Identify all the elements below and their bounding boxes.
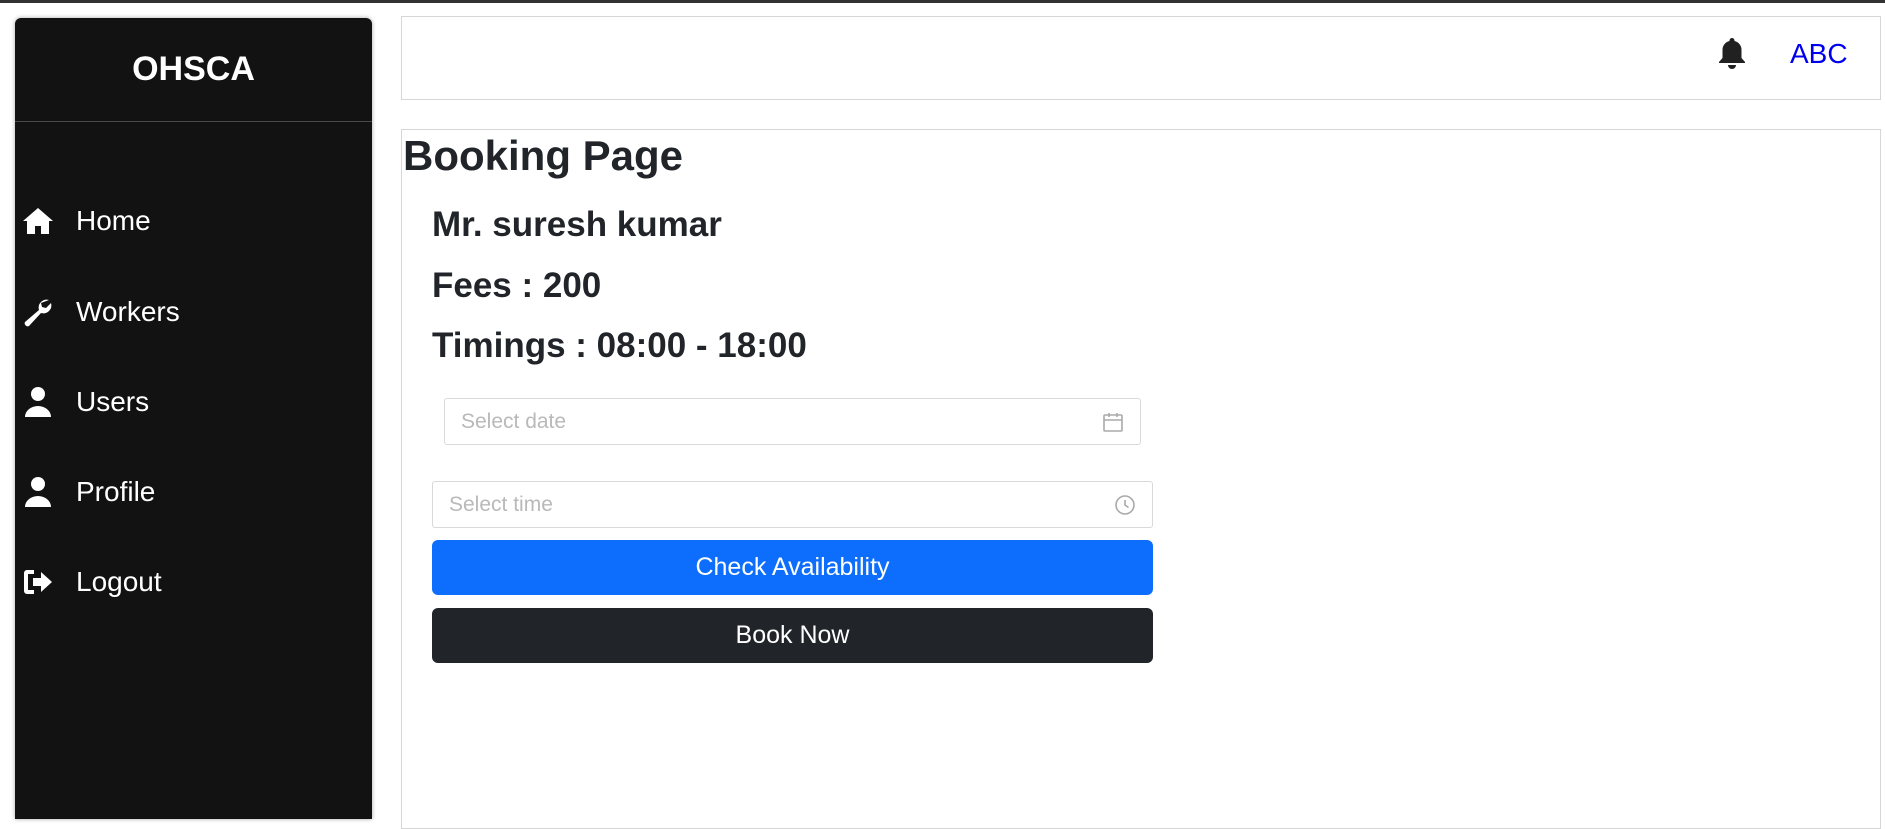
logout-icon	[20, 564, 56, 600]
sidebar-item-label: Users	[76, 386, 150, 417]
calendar-icon	[1102, 411, 1124, 433]
sidebar-item-label: Home	[76, 205, 151, 236]
date-picker-input[interactable]: Select date	[444, 398, 1141, 445]
user-icon	[20, 384, 56, 420]
sidebar-item-profile[interactable]: Profile	[20, 472, 155, 512]
worker-name: Mr. suresh kumar	[432, 205, 722, 244]
fees-text: Fees : 200	[432, 266, 602, 305]
sidebar-item-label: Logout	[76, 566, 162, 597]
user-profile-link[interactable]: ABC	[1790, 38, 1848, 70]
sidebar-item-users[interactable]: Users	[20, 382, 149, 422]
check-availability-button[interactable]: Check Availability	[432, 540, 1153, 595]
sidebar-item-home[interactable]: Home	[20, 201, 151, 241]
sidebar-item-label: Profile	[76, 476, 156, 507]
top-header	[401, 16, 1881, 100]
user-icon	[20, 474, 56, 510]
timings-text: Timings : 08:00 - 18:00	[432, 326, 807, 365]
sidebar-item-logout[interactable]: Logout	[20, 562, 162, 602]
sidebar-item-workers[interactable]: Workers	[20, 292, 180, 332]
date-placeholder: Select date	[461, 409, 567, 433]
book-now-button[interactable]: Book Now	[432, 608, 1153, 663]
wrench-icon	[20, 294, 56, 330]
clock-icon	[1114, 494, 1136, 516]
time-picker-input[interactable]: Select time	[432, 481, 1153, 528]
sidebar-item-label: Workers	[76, 296, 180, 327]
home-icon	[20, 203, 56, 239]
window-top-border	[0, 0, 1885, 3]
bell-icon[interactable]	[1717, 36, 1747, 70]
brand-logo: OHSCA	[15, 18, 372, 122]
time-placeholder: Select time	[449, 492, 553, 516]
page-title: Booking Page	[403, 132, 684, 179]
